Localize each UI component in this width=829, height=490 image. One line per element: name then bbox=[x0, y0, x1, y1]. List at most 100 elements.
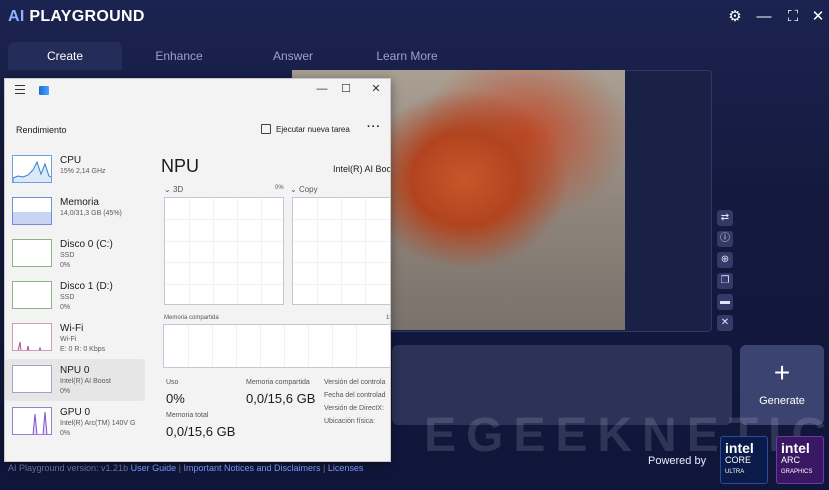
shared-memory-graph bbox=[163, 324, 390, 368]
device-model: Intel(R) AI Boo bbox=[333, 164, 391, 174]
wifi-sparkline-graph bbox=[17, 341, 42, 350]
page-title: NPU bbox=[161, 156, 200, 176]
tab-learn-more[interactable]: Learn More bbox=[350, 42, 464, 70]
npu-sparkline bbox=[12, 365, 52, 393]
user-guide-link[interactable]: User Guide bbox=[131, 463, 177, 473]
disk1-sparkline bbox=[12, 281, 52, 309]
more-options-icon[interactable]: ··· bbox=[367, 121, 381, 133]
tab-enhance[interactable]: Enhance bbox=[122, 42, 236, 70]
intel-core-ultra-badge: intel CORE ULTRA bbox=[720, 436, 768, 484]
sidebar-item-label: NPU 0 bbox=[60, 365, 90, 376]
gridline bbox=[237, 198, 238, 304]
close-button[interactable]: ✕ bbox=[367, 81, 385, 97]
cpu-sparkline-graph bbox=[13, 160, 51, 182]
sidebar-item-label: CPU bbox=[60, 155, 82, 166]
maximize-button[interactable]: ☐ bbox=[337, 81, 355, 97]
sidebar-item-label: Memoria bbox=[60, 197, 99, 208]
info-icon[interactable]: ⓘ bbox=[717, 231, 733, 247]
gridline bbox=[365, 198, 366, 304]
cpu-sparkline bbox=[12, 155, 52, 183]
gpu-sparkline-graph bbox=[32, 411, 48, 434]
sidebar-item-label: Wi-Fi bbox=[60, 323, 84, 334]
sidebar-item-detail: Intel(R) AI Boost bbox=[60, 378, 111, 385]
usage-value: 0% bbox=[166, 391, 185, 406]
sidebar-item-disk-0[interactable]: Disco 0 (C:) SSD 0% bbox=[5, 233, 145, 275]
sidebar-item-gpu[interactable]: GPU 0 Intel(R) Arc(TM) 140V G 0% bbox=[5, 401, 145, 443]
task-manager-window: — ☐ ✕ Rendimiento Ejecutar nueva tarea ·… bbox=[4, 78, 391, 462]
physical-location-label: Ubicación física: bbox=[324, 418, 375, 425]
app-title-ai: AI bbox=[8, 8, 25, 25]
npu-detail-panel: NPU Intel(R) AI Boo ⌄ 3D 0% ⌄ Copy Memor… bbox=[160, 149, 391, 461]
footer: AI Playground version: v1.21b User Guide… bbox=[8, 463, 364, 473]
copy-icon[interactable]: ❐ bbox=[717, 273, 733, 289]
wifi-sparkline bbox=[12, 323, 52, 351]
graph-3d-label: 3D bbox=[172, 185, 184, 194]
sidebar-item-value: E: 0 R: 0 Kbps bbox=[60, 346, 106, 353]
gridline bbox=[236, 325, 237, 367]
graph-copy-label: Copy bbox=[298, 185, 318, 194]
sidebar-item-detail: SSD bbox=[60, 252, 75, 259]
notices-link[interactable]: Important Notices and Disclaimers bbox=[183, 463, 320, 473]
command-bar: Rendimiento Ejecutar nueva tarea ··· bbox=[5, 119, 390, 143]
run-task-icon[interactable] bbox=[261, 124, 271, 134]
sidebar-item-value: 0% bbox=[60, 262, 71, 269]
minimize-icon[interactable]: — bbox=[755, 8, 773, 26]
tab-answer[interactable]: Answer bbox=[236, 42, 350, 70]
sidebar-item-value: 0% bbox=[60, 388, 71, 395]
sidebar-item-detail: 15% 2,14 GHz bbox=[60, 168, 106, 175]
graph-3d-selector[interactable]: ⌄ 3D bbox=[164, 185, 183, 194]
sidebar-item-memory[interactable]: Memoria 14,0/31,3 GB (45%) bbox=[5, 191, 145, 233]
usage-label: Uso bbox=[166, 379, 179, 386]
gear-icon[interactable]: ⚙ bbox=[726, 8, 744, 26]
memory-fill bbox=[13, 212, 51, 224]
licenses-link[interactable]: Licenses bbox=[328, 463, 364, 473]
gridline bbox=[341, 198, 342, 304]
gridline bbox=[332, 325, 333, 367]
hamburger-menu-icon[interactable] bbox=[15, 85, 25, 94]
shared-memory-graph-label: Memoria compartida bbox=[164, 315, 219, 321]
gridline bbox=[213, 198, 214, 304]
sidebar-item-value: 0% bbox=[60, 430, 71, 437]
gridline bbox=[293, 219, 390, 220]
gridline bbox=[165, 284, 283, 285]
graph-copy-selector[interactable]: ⌄ Copy bbox=[290, 185, 318, 194]
driver-date-label: Fecha del controlad bbox=[324, 392, 386, 399]
total-memory-label: Memoria total bbox=[166, 412, 209, 419]
graph-3d-pct: 0% bbox=[275, 185, 284, 191]
badge-brand: intel bbox=[781, 440, 810, 456]
disk0-sparkline bbox=[12, 239, 52, 267]
gridline bbox=[189, 198, 190, 304]
close-icon[interactable]: ✕ bbox=[809, 8, 827, 26]
sidebar-item-cpu[interactable]: CPU 15% 2,14 GHz bbox=[5, 149, 145, 191]
driver-version-label: Versión del controla bbox=[324, 379, 386, 386]
gridline bbox=[165, 219, 283, 220]
shared-memory-value: 0,0/15,6 GB bbox=[246, 391, 316, 406]
gpu-sparkline bbox=[12, 407, 52, 435]
folder-icon[interactable]: ▬ bbox=[717, 294, 733, 310]
sidebar-item-disk-1[interactable]: Disco 1 (D:) SSD 0% bbox=[5, 275, 145, 317]
gridline bbox=[212, 325, 213, 367]
run-new-task-button[interactable]: Ejecutar nueva tarea bbox=[276, 125, 350, 134]
gridline bbox=[260, 325, 261, 367]
powered-by-label: Powered by bbox=[648, 455, 707, 467]
version-text: AI Playground version: v1.21b bbox=[8, 463, 129, 473]
maximize-icon[interactable]: ⛶ bbox=[784, 8, 802, 26]
task-manager-icon bbox=[39, 86, 49, 95]
plus-icon: + bbox=[773, 357, 791, 388]
directx-version-label: Versión de DirectX: bbox=[324, 405, 384, 412]
sidebar-item-wifi[interactable]: Wi-Fi Wi-Fi E: 0 R: 0 Kbps bbox=[5, 317, 145, 359]
zoom-icon[interactable]: ⊕ bbox=[717, 252, 733, 268]
app-title: AI PLAYGROUND bbox=[8, 8, 145, 26]
compare-icon[interactable]: ⇄ bbox=[717, 210, 733, 226]
badge-line2: CORE bbox=[725, 455, 752, 465]
gridline bbox=[188, 325, 189, 367]
performance-sidebar: CPU 15% 2,14 GHz Memoria 14,0/31,3 GB (4… bbox=[5, 149, 145, 461]
sidebar-item-detail: 14,0/31,3 GB (45%) bbox=[60, 210, 122, 217]
sidebar-item-label: Disco 0 (C:) bbox=[60, 239, 113, 250]
app-header: AI PLAYGROUND ⚙ — ⛶ ✕ bbox=[0, 0, 829, 36]
total-memory-value: 0,0/15,6 GB bbox=[166, 424, 236, 439]
sidebar-item-npu[interactable]: NPU 0 Intel(R) AI Boost 0% bbox=[5, 359, 145, 401]
minimize-button[interactable]: — bbox=[313, 81, 331, 97]
delete-icon[interactable]: ✕ bbox=[717, 315, 733, 331]
tab-create[interactable]: Create bbox=[8, 42, 122, 70]
